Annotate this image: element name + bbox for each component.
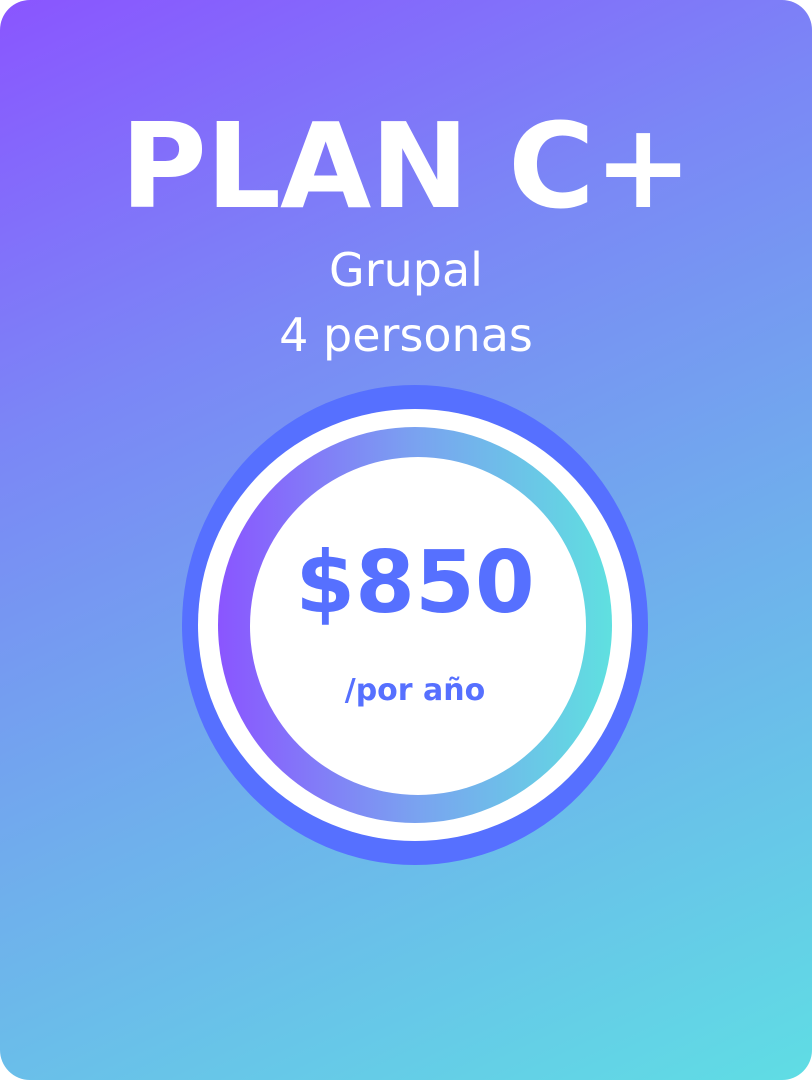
- plan-people-count: 4 personas: [279, 308, 533, 362]
- pricing-card: PLAN C+ Grupal 4 personas $850 /por año: [0, 0, 812, 1080]
- price-period: /por año: [344, 673, 486, 708]
- price-amount: $850: [295, 533, 535, 633]
- plan-type: Grupal: [329, 243, 483, 297]
- plan-title: PLAN C+: [120, 97, 692, 235]
- price-badge: $850 /por año: [182, 385, 648, 865]
